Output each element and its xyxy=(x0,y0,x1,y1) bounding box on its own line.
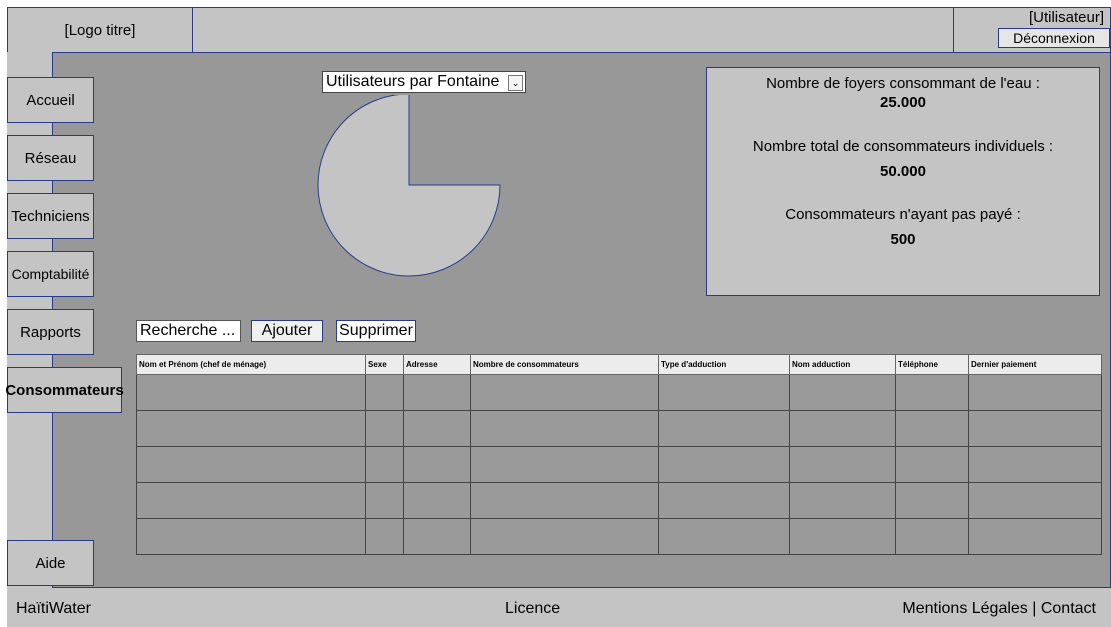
chart-filter-select[interactable]: Utilisateurs par Fontaine ⌄ xyxy=(322,71,526,93)
column-header-dernier-paiement[interactable]: Dernier paiement xyxy=(968,354,1102,375)
delete-button[interactable]: Supprimer xyxy=(336,320,416,342)
table-cell xyxy=(403,518,471,555)
table-row[interactable] xyxy=(136,410,1102,447)
individuals-label: Nombre total de consommateurs individuel… xyxy=(752,138,1054,155)
table-cell xyxy=(365,374,404,411)
user-box: [Utilisateur] Déconnexion xyxy=(953,7,1111,53)
user-name: [Utilisateur] xyxy=(1028,9,1104,26)
table-cell xyxy=(136,518,366,555)
table-cell xyxy=(789,374,896,411)
sidebar-item-techniciens[interactable]: Techniciens xyxy=(7,193,94,239)
table-cell xyxy=(365,446,404,483)
table-cell xyxy=(658,446,790,483)
sidebar-item-aide[interactable]: Aide xyxy=(7,540,94,586)
footer-brand: HaïtiWater xyxy=(16,600,91,617)
search-input[interactable] xyxy=(136,320,241,342)
table-cell xyxy=(470,482,659,519)
table-cell xyxy=(895,482,969,519)
table-cell xyxy=(403,482,471,519)
column-header-nombre-consommateurs[interactable]: Nombre de consommateurs xyxy=(470,354,659,375)
sidebar-item-consommateurs[interactable]: Consommateurs xyxy=(5,367,124,413)
sidebar-item-accueil[interactable]: Accueil xyxy=(7,77,94,123)
table-cell xyxy=(968,374,1102,411)
table-cell xyxy=(136,410,366,447)
table-cell xyxy=(895,374,969,411)
footer-licence-link[interactable]: Licence xyxy=(505,600,560,618)
households-value: 25.000 xyxy=(880,94,926,111)
pie-slice xyxy=(317,95,501,277)
add-button[interactable]: Ajouter xyxy=(251,320,323,342)
table-cell xyxy=(136,374,366,411)
sidebar-item-rapports[interactable]: Rapports xyxy=(7,309,94,355)
table-cell xyxy=(470,518,659,555)
table-cell xyxy=(403,374,471,411)
table-cell xyxy=(658,374,790,411)
table-cell xyxy=(470,374,659,411)
table-cell xyxy=(658,410,790,447)
unpaid-value: 500 xyxy=(890,231,916,248)
column-header-nom[interactable]: Nom et Prénom (chef de ménage) xyxy=(136,354,366,375)
table-cell xyxy=(658,482,790,519)
table-cell xyxy=(470,446,659,483)
footer-legal-contact-link[interactable]: Mentions Légales | Contact xyxy=(902,600,1096,618)
table-cell xyxy=(403,410,471,447)
table-row[interactable] xyxy=(136,482,1102,519)
table-cell xyxy=(658,518,790,555)
table-cell xyxy=(789,518,896,555)
unpaid-label: Consommateurs n'ayant pas payé : xyxy=(785,206,1021,223)
sidebar-item-comptabilite[interactable]: Comptabilité xyxy=(7,251,94,297)
table-cell xyxy=(365,410,404,447)
table-cell xyxy=(895,410,969,447)
logo: [Logo titre] xyxy=(7,7,193,53)
table-cell xyxy=(895,446,969,483)
column-header-sexe[interactable]: Sexe xyxy=(365,354,404,375)
sidebar-item-reseau[interactable]: Réseau xyxy=(7,135,94,181)
table-cell xyxy=(136,446,366,483)
table-cell xyxy=(968,410,1102,447)
pie-chart xyxy=(317,95,501,277)
table-cell xyxy=(365,482,404,519)
chart-filter-value: Utilisateurs par Fontaine xyxy=(326,73,500,90)
chevron-down-icon: ⌄ xyxy=(508,75,523,91)
households-label: Nombre de foyers consommant de l'eau : xyxy=(766,75,1040,92)
column-header-nom-adduction[interactable]: Nom adduction xyxy=(789,354,896,375)
individuals-value: 50.000 xyxy=(880,163,926,180)
table-cell xyxy=(968,446,1102,483)
column-header-adresse[interactable]: Adresse xyxy=(403,354,471,375)
stats-panel: Nombre de foyers consommant de l'eau : 2… xyxy=(706,67,1100,296)
table-cell xyxy=(968,518,1102,555)
table-cell xyxy=(365,518,404,555)
table-cell xyxy=(403,446,471,483)
footer: HaïtiWater Licence Mentions Légales | Co… xyxy=(7,588,1111,627)
top-bar xyxy=(192,7,954,53)
table-cell xyxy=(968,482,1102,519)
table-cell xyxy=(895,518,969,555)
column-header-telephone[interactable]: Téléphone xyxy=(895,354,969,375)
table-row[interactable] xyxy=(136,374,1102,411)
table-row[interactable] xyxy=(136,518,1102,555)
table-row[interactable] xyxy=(136,446,1102,483)
table-header-row: Nom et Prénom (chef de ménage) Sexe Adre… xyxy=(136,354,1102,375)
table-cell xyxy=(136,482,366,519)
consumers-table: Nom et Prénom (chef de ménage) Sexe Adre… xyxy=(136,354,1102,555)
logout-button[interactable]: Déconnexion xyxy=(998,28,1110,48)
column-header-type-adduction[interactable]: Type d'adduction xyxy=(658,354,790,375)
table-cell xyxy=(789,410,896,447)
table-cell xyxy=(789,446,896,483)
table-cell xyxy=(789,482,896,519)
table-cell xyxy=(470,410,659,447)
